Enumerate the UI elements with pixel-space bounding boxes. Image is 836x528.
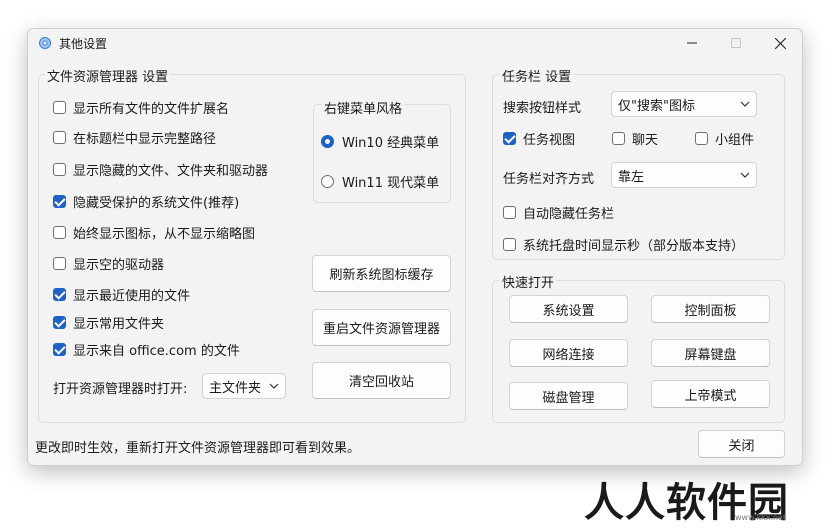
checkbox[interactable] (53, 257, 66, 270)
god-mode-button[interactable]: 上帝模式 (651, 380, 770, 408)
checkbox[interactable] (53, 195, 66, 208)
checkbox[interactable] (503, 132, 516, 145)
checkbox[interactable] (53, 131, 66, 144)
option-widgets[interactable]: 小组件 (695, 129, 754, 148)
quick-open-title: 快速打开 (500, 272, 557, 291)
taskbar-settings-title: 任务栏 设置 (500, 66, 574, 85)
option-empty-drives[interactable]: 显示空的驱动器 (53, 254, 164, 273)
checkbox[interactable] (53, 101, 66, 114)
close-button[interactable]: 关闭 (698, 430, 785, 458)
radio-win10-menu[interactable]: Win10 经典菜单 (321, 132, 439, 151)
search-style-label: 搜索按钮样式 (503, 101, 582, 116)
close-window-button[interactable] (758, 29, 802, 57)
checkbox[interactable] (695, 132, 708, 145)
system-settings-button[interactable]: 系统设置 (509, 295, 628, 323)
maximize-button[interactable] (714, 29, 758, 57)
title-bar[interactable]: 其他设置 (28, 29, 802, 57)
close-icon (774, 37, 786, 49)
watermark-url: www.kkx.net (735, 513, 787, 522)
option-show-hidden[interactable]: 显示隐藏的文件、文件夹和驱动器 (53, 160, 268, 179)
option-hide-protected[interactable]: 隐藏受保护的系统文件(推荐) (53, 192, 239, 211)
option-recent-files[interactable]: 显示最近使用的文件 (53, 285, 190, 304)
window-title: 其他设置 (59, 37, 108, 51)
chevron-down-icon (740, 101, 750, 107)
option-always-icons[interactable]: 始终显示图标，从不显示缩略图 (53, 223, 255, 242)
chevron-down-icon (740, 172, 750, 178)
option-full-path-title[interactable]: 在标题栏中显示完整路径 (53, 128, 216, 147)
search-style-select[interactable]: 仅"搜索"图标 (611, 91, 757, 117)
checkbox[interactable] (53, 316, 66, 329)
radio-win11-menu[interactable]: Win11 现代菜单 (321, 172, 439, 191)
maximize-icon (731, 38, 741, 48)
option-chat[interactable]: 聊天 (612, 129, 658, 148)
checkbox[interactable] (503, 206, 516, 219)
menu-style-title: 右键菜单风格 (322, 98, 405, 117)
option-show-extensions[interactable]: 显示所有文件的文件扩展名 (53, 98, 229, 117)
minimize-icon (687, 42, 697, 44)
option-task-view[interactable]: 任务视图 (503, 129, 575, 148)
radio-button[interactable] (321, 135, 334, 148)
taskbar-align-label: 任务栏对齐方式 (503, 172, 595, 187)
gear-icon (38, 36, 52, 50)
explorer-settings-title: 文件资源管理器 设置 (45, 66, 171, 85)
chevron-down-icon (269, 383, 279, 389)
minimize-button[interactable] (670, 29, 714, 57)
open-explorer-label: 打开资源管理器时打开: (53, 382, 188, 397)
settings-window: 其他设置 文件资源管理器 设置 显示所有文件的文件扩展名 在标题栏中显示完整路径… (27, 28, 803, 466)
checkbox[interactable] (53, 288, 66, 301)
checkbox[interactable] (612, 132, 625, 145)
checkbox[interactable] (53, 163, 66, 176)
refresh-icon-cache-button[interactable]: 刷新系统图标缓存 (312, 255, 451, 292)
empty-recycle-bin-button[interactable]: 清空回收站 (312, 362, 451, 399)
option-show-seconds[interactable]: 系统托盘时间显示秒（部分版本支持） (503, 235, 744, 254)
taskbar-align-select[interactable]: 靠左 (611, 162, 757, 188)
open-explorer-select[interactable]: 主文件夹 (202, 373, 286, 399)
checkbox[interactable] (53, 343, 66, 356)
checkbox[interactable] (53, 226, 66, 239)
restart-explorer-button[interactable]: 重启文件资源管理器 (312, 309, 451, 346)
option-office-files[interactable]: 显示来自 office.com 的文件 (53, 340, 240, 359)
option-frequent-folders[interactable]: 显示常用文件夹 (53, 313, 164, 332)
on-screen-keyboard-button[interactable]: 屏幕键盘 (651, 339, 770, 367)
option-auto-hide[interactable]: 自动隐藏任务栏 (503, 203, 614, 222)
checkbox[interactable] (503, 238, 516, 251)
disk-management-button[interactable]: 磁盘管理 (509, 382, 628, 410)
control-panel-button[interactable]: 控制面板 (651, 295, 770, 323)
network-connections-button[interactable]: 网络连接 (509, 339, 628, 367)
status-text: 更改即时生效，重新打开文件资源管理器即可看到效果。 (35, 441, 361, 456)
radio-button[interactable] (321, 175, 334, 188)
